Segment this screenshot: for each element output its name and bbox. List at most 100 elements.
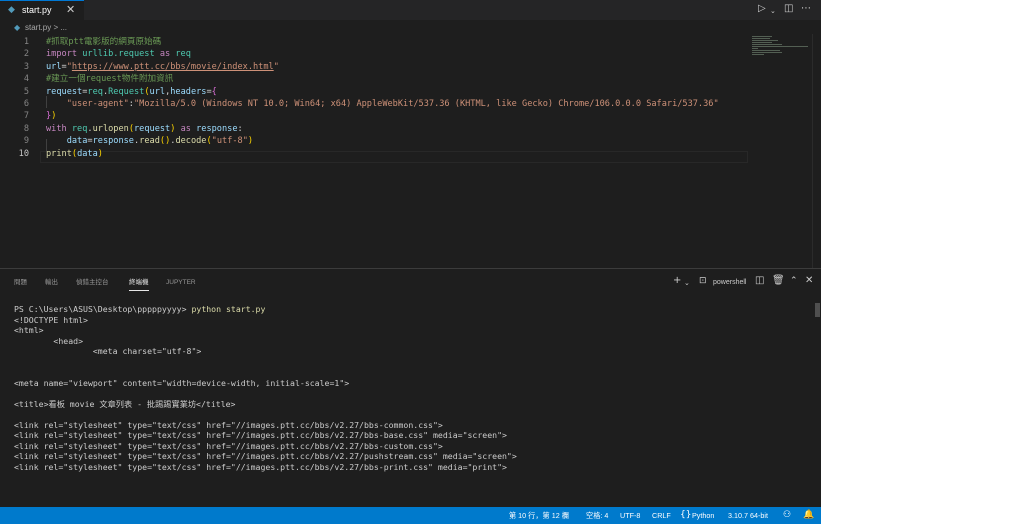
trash-icon[interactable]: 🗑 [772, 275, 785, 287]
code-token: data [77, 148, 98, 159]
line-number: 5 [23, 86, 29, 97]
split-terminal-icon[interactable]: ◫ [755, 275, 764, 287]
code-token: request [134, 123, 171, 134]
terminal-command: python start.py [191, 304, 266, 314]
code-line[interactable]: 8 with req.urlopen(request) as response: [0, 123, 760, 135]
terminal-line: <meta charset="utf-8"> [14, 346, 202, 356]
terminal-line: <title>看板 movie 文章列表 - 批踢踢實業坊</title> [14, 398, 236, 409]
code-text: url="https://www.ptt.cc/bbs/movie/index.… [46, 61, 279, 73]
close-icon[interactable]: ✕ [66, 3, 75, 17]
line-number: 3 [23, 61, 29, 72]
language-mode[interactable]: Python [692, 510, 714, 521]
bell-icon[interactable]: 🔔 [803, 509, 814, 521]
code-text: print(data) [46, 148, 103, 160]
code-text: data=response.read().decode("utf-8") [46, 135, 253, 147]
code-token: req [175, 49, 191, 60]
code-text: with req.urlopen(request) as response: [46, 123, 243, 135]
editor-scrollbar[interactable] [812, 34, 821, 268]
code-token: decode [175, 136, 207, 147]
code-line[interactable]: 1 #抓取ptt電影版的網頁原始碼 [0, 36, 760, 48]
terminal-line: <!DOCTYPE html> [14, 314, 88, 325]
status-bar: 第 10 行，第 12 欄 空格: 4 UTF-8 CRLF {} Python… [0, 507, 821, 524]
more-icon[interactable]: ⋯ [801, 2, 811, 16]
code-token: ) [247, 136, 254, 147]
code-line[interactable]: 10 print(data) [0, 148, 760, 160]
code-token: as [175, 123, 197, 134]
code-line[interactable]: 9 data=response.read().decode("utf-8") [0, 135, 760, 147]
code-line[interactable]: 3 url="https://www.ptt.cc/bbs/movie/index… [0, 61, 760, 73]
terminal-line: <link rel="stylesheet" type="text/css" h… [14, 461, 507, 472]
code-token: urlopen [92, 123, 129, 134]
terminal-prompt: PS C:\Users\ASUS\Desktop\pppppyyyy> [14, 304, 192, 314]
close-icon[interactable]: ✕ [805, 275, 813, 287]
terminal-line: <link rel="stylesheet" type="text/css" h… [14, 440, 443, 451]
code-token: request [46, 86, 83, 97]
code-editor[interactable]: 1 #抓取ptt電影版的網頁原始碼 2 import urllib.request a… [0, 34, 821, 268]
code-token: with [46, 123, 72, 134]
code-line[interactable]: 6 "user-agent":"Mozilla/5.0 (Windows NT … [0, 98, 760, 110]
python-interpreter[interactable]: 3.10.7 64-bit [728, 510, 768, 521]
code-line[interactable]: 5 request=req.Request(url,headers={ [0, 86, 760, 98]
feedback-icon[interactable]: ⚇ [783, 509, 791, 521]
breadcrumb[interactable]: ◆ start.py > ... [0, 20, 821, 34]
code-token: req [87, 86, 103, 97]
line-number: 8 [23, 123, 29, 134]
tab-terminal[interactable]: 終端機 [129, 278, 149, 291]
code-token: data [66, 136, 88, 147]
line-number: 4 [23, 74, 29, 85]
chevron-up-icon[interactable]: ⌃ [790, 275, 798, 287]
code-token: { [211, 86, 217, 97]
breadcrumb-path[interactable]: start.py > ... [25, 22, 67, 33]
plus-icon[interactable]: + [673, 275, 681, 287]
code-text: request=req.Request(url,headers={ [46, 86, 217, 98]
tab-problems[interactable]: 問題 [14, 278, 27, 288]
code-token: urllib.request [82, 49, 155, 60]
tab-jupyter[interactable]: JUPYTER [166, 278, 196, 288]
terminal-scrollbar[interactable] [815, 303, 820, 317]
code-token: #建立一個request物件附加資訊 [46, 74, 174, 85]
code-token: ) [97, 148, 103, 159]
code-text: #抓取ptt電影版的網頁原始碼 [46, 36, 161, 48]
split-editor-icon[interactable]: ◫ [784, 2, 793, 16]
line-number: 2 [23, 49, 29, 60]
line-number: 9 [23, 136, 29, 147]
encoding[interactable]: UTF-8 [620, 510, 640, 521]
tab-output[interactable]: 輸出 [45, 278, 58, 288]
code-token: print [46, 148, 72, 159]
tab-start-py[interactable]: ◆ start.py ✕ [0, 0, 84, 20]
line-number: 7 [23, 111, 29, 122]
terminal-shell-name[interactable]: powershell [713, 278, 746, 288]
terminal-line: <html> [14, 325, 44, 335]
python-file-icon: ◆ [8, 5, 15, 15]
code-token: () [159, 136, 171, 147]
code-text: import urllib.request as req [46, 48, 191, 60]
code-token: read [139, 136, 160, 147]
terminal-line: <meta name="viewport" content="width=dev… [14, 377, 350, 388]
terminal-panel: 問題 輸出 偵錯主控台 終端機 JUPYTER + ⌄ ⊡ powershell… [0, 268, 821, 507]
code-token: "user-agent" [66, 99, 129, 109]
terminal-line: <link rel="stylesheet" type="text/css" h… [14, 419, 443, 430]
line-number: 1 [23, 37, 29, 47]
code-token: ) [51, 111, 57, 122]
code-line[interactable]: 4 #建立一個request物件附加資訊 [0, 73, 760, 85]
tab-debug-console[interactable]: 偵錯主控台 [76, 278, 109, 288]
code-token: "utf-8" [211, 136, 248, 147]
terminal-line: <link rel="stylesheet" type="text/css" h… [14, 451, 517, 461]
minimap[interactable] [752, 36, 810, 56]
cursor-position[interactable]: 第 10 行，第 12 欄 [509, 510, 569, 521]
code-token: req [71, 123, 88, 134]
chevron-down-icon[interactable]: ⌄ [684, 277, 690, 289]
code-token: url [46, 61, 62, 72]
chevron-down-icon[interactable]: ⌄ [770, 4, 776, 18]
code-line[interactable]: 7}) [0, 110, 760, 122]
code-token: #抓取ptt電影版的網頁原始碼 [46, 37, 162, 47]
code-text: #建立一個request物件附加資訊 [46, 73, 173, 85]
code-token: "Mozilla/5.0 (Windows NT 10.0; Win64; x6… [133, 99, 719, 109]
code-token: Request [108, 86, 145, 97]
line-ending[interactable]: CRLF [652, 510, 671, 521]
code-line[interactable]: 2 import urllib.request as req [0, 48, 760, 60]
terminal-icon: ⊡ [699, 276, 707, 286]
play-icon[interactable]: ▷ [758, 2, 766, 16]
indentation[interactable]: 空格: 4 [586, 510, 608, 521]
